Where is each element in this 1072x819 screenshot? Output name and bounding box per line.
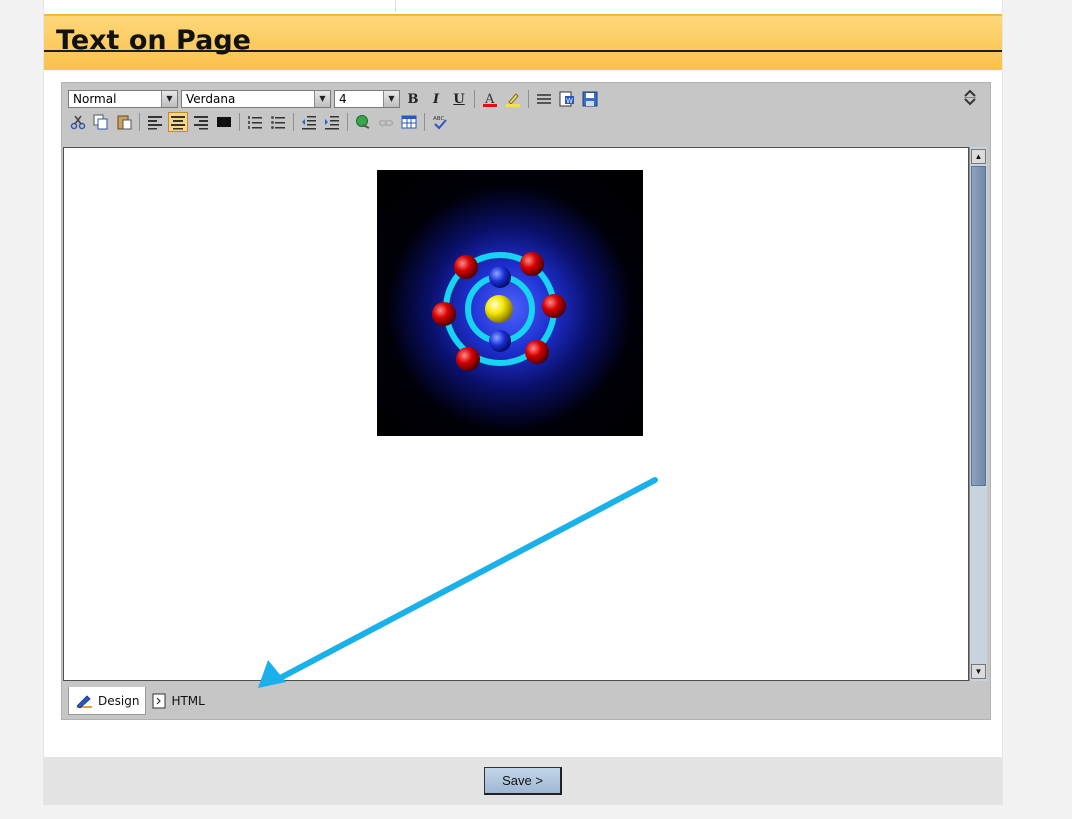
- editor-content-area[interactable]: [63, 147, 969, 681]
- toolbar-row-format: Normal ▼ Verdana ▼ 4 ▼ B I U A W: [68, 88, 600, 110]
- chevron-down-icon: ▼: [314, 91, 330, 107]
- bold-button[interactable]: B: [403, 89, 423, 109]
- insert-link-button[interactable]: [353, 112, 373, 132]
- tab-design[interactable]: Design: [68, 687, 147, 715]
- spell-check-icon: ABC: [433, 116, 447, 130]
- tab-html-label: HTML: [171, 694, 205, 708]
- tab-design-label: Design: [98, 693, 140, 708]
- justify-icon: [217, 117, 231, 127]
- font-family-select[interactable]: Verdana ▼: [181, 90, 331, 108]
- bullet-list-icon: [271, 116, 285, 129]
- highlight-button[interactable]: [503, 89, 523, 109]
- table-icon: [401, 115, 417, 129]
- paste-from-word-button[interactable]: W: [557, 89, 577, 109]
- toolbar-separator: [293, 113, 294, 131]
- tab-html[interactable]: HTML: [146, 687, 210, 715]
- scroll-up-button[interactable]: ▲: [971, 149, 986, 164]
- toolbar-separator: [139, 113, 140, 131]
- chevron-down-icon: ▼: [161, 91, 177, 107]
- unlink-icon: [378, 119, 394, 127]
- section-header: Text on Page: [44, 14, 1002, 70]
- svg-text:ABC: ABC: [433, 116, 444, 122]
- html-document-icon: [152, 693, 166, 709]
- font-color-icon: A: [483, 92, 497, 107]
- globe-link-icon: [356, 115, 370, 129]
- toolbar-separator: [239, 113, 240, 131]
- paragraph-list-icon: [537, 94, 551, 104]
- spell-check-button[interactable]: ABC: [430, 112, 450, 132]
- word-document-icon: W: [559, 91, 574, 107]
- indent-icon: [325, 116, 339, 130]
- toolbar-separator: [347, 113, 348, 131]
- expand-collapse-icon: [964, 89, 976, 106]
- outdent-button[interactable]: [299, 112, 319, 132]
- scroll-down-button[interactable]: ▼: [971, 664, 986, 679]
- atom-image[interactable]: [377, 170, 643, 436]
- save-disk-button[interactable]: [580, 89, 600, 109]
- paste-button[interactable]: [114, 112, 134, 132]
- save-button[interactable]: Save >: [484, 767, 562, 795]
- paragraph-style-value: Normal: [73, 92, 117, 106]
- bullet-list-button[interactable]: [268, 112, 288, 132]
- clipboard-icon: [117, 115, 132, 130]
- align-right-button[interactable]: [191, 112, 211, 132]
- font-size-select[interactable]: 4 ▼: [334, 90, 400, 108]
- top-divider: [395, 0, 396, 12]
- align-center-button[interactable]: [168, 112, 188, 132]
- outdent-icon: [302, 116, 316, 130]
- align-center-icon: [171, 116, 185, 130]
- design-pencil-icon: [76, 694, 92, 709]
- insert-list-button[interactable]: [534, 89, 554, 109]
- scroll-thumb[interactable]: [971, 166, 986, 486]
- highlight-pen-icon: [506, 93, 520, 107]
- align-left-button[interactable]: [145, 112, 165, 132]
- font-color-button[interactable]: A: [480, 89, 500, 109]
- remove-link-button[interactable]: [376, 112, 396, 132]
- rich-text-editor: Normal ▼ Verdana ▼ 4 ▼ B I U A W ABC ▲ ▼…: [61, 82, 991, 720]
- cut-button[interactable]: [68, 112, 88, 132]
- copy-icon: [93, 114, 108, 130]
- toolbar-row-edit: ABC: [68, 111, 450, 133]
- floppy-disk-icon: [582, 91, 598, 107]
- atom-illustration: [432, 252, 566, 371]
- align-left-icon: [148, 116, 162, 130]
- copy-button[interactable]: [91, 112, 111, 132]
- chevron-down-icon: ▼: [383, 91, 399, 107]
- toolbar-separator: [474, 90, 475, 108]
- toolbar-separator: [424, 113, 425, 131]
- scissors-icon: [70, 115, 86, 130]
- page-title: Text on Page: [56, 25, 251, 56]
- numbered-list-icon: [248, 116, 262, 129]
- footer-bar: Save >: [44, 757, 1002, 805]
- align-right-icon: [194, 116, 208, 130]
- justify-button[interactable]: [214, 112, 234, 132]
- font-family-value: Verdana: [186, 92, 236, 106]
- collapse-toolbar-button[interactable]: [960, 88, 980, 108]
- editor-mode-tabs: Design HTML: [68, 685, 211, 715]
- vertical-scrollbar[interactable]: ▲ ▼: [969, 147, 987, 681]
- italic-button[interactable]: I: [426, 89, 446, 109]
- underline-button[interactable]: U: [449, 89, 469, 109]
- toolbar-separator: [528, 90, 529, 108]
- numbered-list-button[interactable]: [245, 112, 265, 132]
- insert-table-button[interactable]: [399, 112, 419, 132]
- main-panel: Text on Page Normal ▼ Verdana ▼ 4 ▼ B I …: [43, 0, 1003, 805]
- paragraph-style-select[interactable]: Normal ▼: [68, 90, 178, 108]
- indent-button[interactable]: [322, 112, 342, 132]
- font-size-value: 4: [339, 92, 347, 106]
- svg-text:W: W: [566, 97, 573, 105]
